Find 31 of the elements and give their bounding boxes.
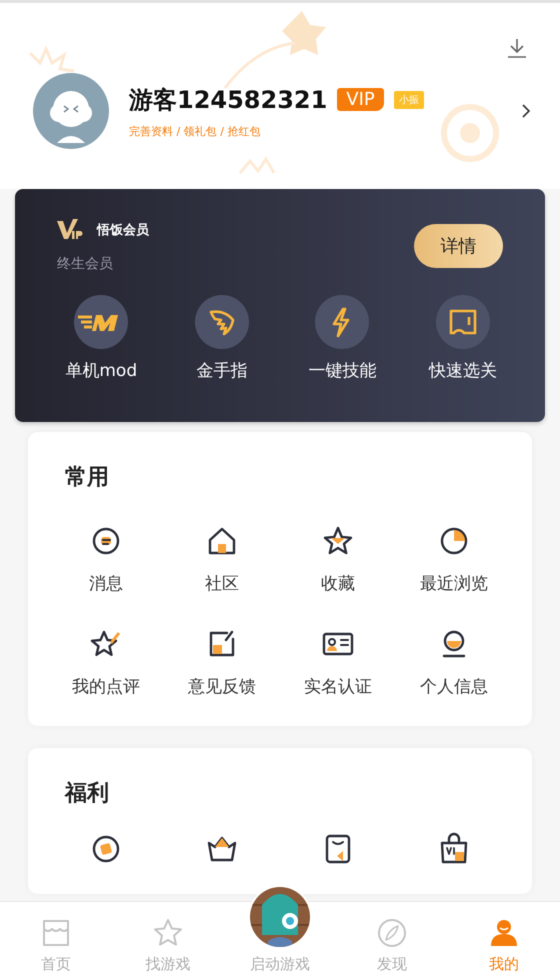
feature-label[interactable]: 快速选关 xyxy=(428,359,497,382)
menu-item-label[interactable]: 收藏 xyxy=(321,572,355,595)
menu-item-label[interactable]: 个人信息 xyxy=(420,675,488,698)
section-title: 福利 xyxy=(63,780,110,808)
membership-type: 终生会员 xyxy=(57,255,114,273)
section-title: 常用 xyxy=(64,464,110,492)
feature-label[interactable]: 单机mod xyxy=(65,359,138,382)
details-button[interactable]: 详情 xyxy=(414,224,503,268)
chevron-right-icon[interactable] xyxy=(520,103,532,119)
lightning-icon xyxy=(315,295,370,349)
menu-item-label[interactable]: 我的点评 xyxy=(72,675,140,698)
menu-item-label[interactable]: 社区 xyxy=(205,572,239,595)
feature-label[interactable]: 金手指 xyxy=(196,359,248,382)
compass-icon xyxy=(376,917,408,949)
user-name: 游客124582321 xyxy=(129,84,328,116)
level-badge: 小振 xyxy=(394,90,424,108)
membership-title: 悟饭会员 xyxy=(97,222,149,239)
feature-label[interactable]: 一键技能 xyxy=(308,359,376,382)
ticket-icon xyxy=(436,295,490,349)
wing-icon xyxy=(194,295,249,349)
winged-m-icon xyxy=(74,295,128,349)
avatar[interactable] xyxy=(33,73,109,149)
storefront-icon xyxy=(40,917,72,949)
menu-item-label[interactable]: 实名认证 xyxy=(304,675,372,698)
user-icon xyxy=(488,917,520,949)
download-icon[interactable] xyxy=(506,37,528,59)
menu-item-label[interactable]: 最近浏览 xyxy=(420,572,488,595)
menu-item-label[interactable]: 意见反馈 xyxy=(188,675,256,698)
vip-badge: VIP xyxy=(337,88,384,111)
menu-item-label[interactable]: 消息 xyxy=(89,572,123,595)
vip-logo-icon xyxy=(57,219,83,241)
